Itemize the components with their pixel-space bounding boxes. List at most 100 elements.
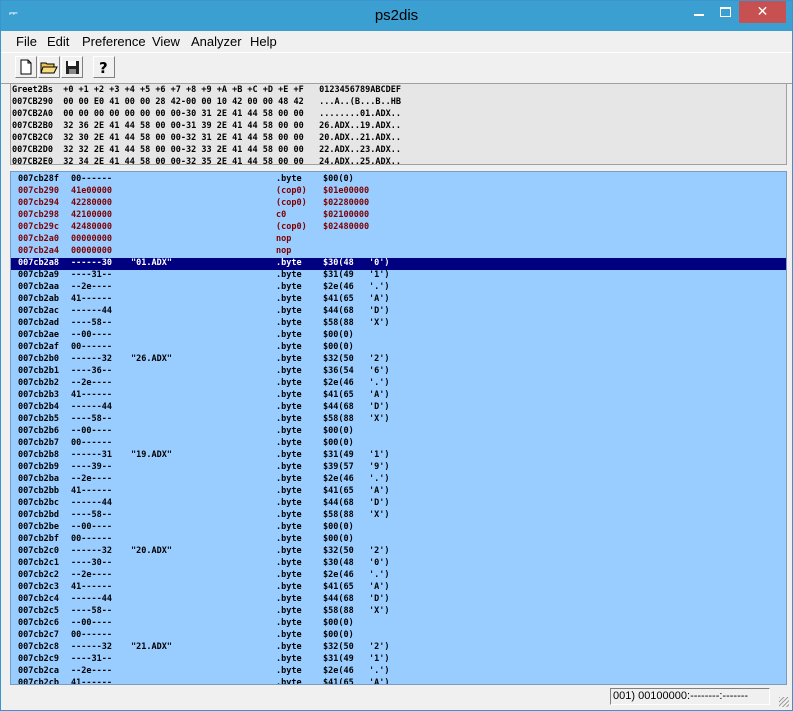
disasm-address: 007cb2a9 bbox=[18, 270, 59, 280]
disasm-line[interactable]: 007cb2be --00---- .byte $00(0) bbox=[11, 522, 786, 534]
disasm-line[interactable]: 007cb2b6 --00---- .byte $00(0) bbox=[11, 426, 786, 438]
disasm-address: 007cb2b2 bbox=[18, 378, 59, 388]
maximize-button[interactable] bbox=[712, 1, 739, 23]
open-folder-button[interactable] bbox=[38, 56, 60, 78]
disasm-address: 007cb2bf bbox=[18, 534, 59, 544]
disasm-line[interactable]: 007cb2b3 41------ .byte $41(65 'A') bbox=[11, 390, 786, 402]
disasm-line[interactable]: 007cb2b2 --2e---- .byte $2e(46 '.') bbox=[11, 378, 786, 390]
disasm-line[interactable]: 007cb2b1 ----36-- .byte $36(54 '6') bbox=[11, 366, 786, 378]
disasm-line[interactable]: 007cb2bb 41------ .byte $41(65 'A') bbox=[11, 486, 786, 498]
disasm-line[interactable]: 007cb2a8 ------30 "01.ADX" .byte $30(48 '0') bbox=[11, 258, 786, 270]
disasm-line[interactable]: 007cb2ab 41------ .byte $41(65 'A') bbox=[11, 294, 786, 306]
disasm-opcode: .byte bbox=[276, 546, 302, 556]
disasm-address: 007cb294 bbox=[18, 198, 59, 208]
disasm-line[interactable]: 007cb2a0 00000000 nop bbox=[11, 234, 786, 246]
disasm-address: 007cb298 bbox=[18, 210, 59, 220]
disasm-operand: $00(0) bbox=[323, 426, 354, 436]
disasm-line[interactable]: 007cb290 41e00000 (cop0) $01e00000 bbox=[11, 186, 786, 198]
disasm-line[interactable]: 007cb2c1 ----30-- .byte $30(48 '0') bbox=[11, 558, 786, 570]
disasm-line[interactable]: 007cb2bf 00------ .byte $00(0) bbox=[11, 534, 786, 546]
title-bar[interactable]: ⌐⌐ ps2dis ✕ bbox=[1, 1, 792, 31]
disasm-line[interactable]: 007cb2b8 ------31 "19.ADX" .byte $31(49 '1') bbox=[11, 450, 786, 462]
disasm-line[interactable]: 007cb2c9 ----31-- .byte $31(49 '1') bbox=[11, 654, 786, 666]
disasm-opcode: .byte bbox=[276, 414, 302, 424]
disasm-address: 007cb2c0 bbox=[18, 546, 59, 556]
disasm-line[interactable]: 007cb2ae --00---- .byte $00(0) bbox=[11, 330, 786, 342]
disasm-hex: 00------ bbox=[71, 534, 112, 544]
hex-view-pane[interactable]: Greet2Bs +0 +1 +2 +3 +4 +5 +6 +7 +8 +9 +… bbox=[10, 83, 787, 165]
disasm-line[interactable]: 007cb2c0 ------32 "20.ADX" .byte $32(50 '2') bbox=[11, 546, 786, 558]
disasm-operand: $02480000 bbox=[323, 222, 370, 232]
disasm-line[interactable]: 007cb2c2 --2e---- .byte $2e(46 '.') bbox=[11, 570, 786, 582]
menu-preference[interactable]: Preference bbox=[82, 34, 146, 49]
disasm-line[interactable]: 007cb2b7 00------ .byte $00(0) bbox=[11, 438, 786, 450]
disasm-opcode: .byte bbox=[276, 678, 302, 685]
app-window: ⌐⌐ ps2dis ✕ File Edit Preference View An… bbox=[0, 0, 793, 711]
disasm-line[interactable]: 007cb2bc ------44 .byte $44(68 'D') bbox=[11, 498, 786, 510]
disasm-line[interactable]: 007cb2c4 ------44 .byte $44(68 'D') bbox=[11, 594, 786, 606]
menu-help[interactable]: Help bbox=[250, 34, 277, 49]
disasm-line[interactable]: 007cb2c7 00------ .byte $00(0) bbox=[11, 630, 786, 642]
disasm-address: 007cb28f bbox=[18, 174, 59, 184]
disasm-opcode: .byte bbox=[276, 666, 302, 676]
disasm-operand: $58(88 'X') bbox=[323, 414, 390, 424]
disasm-hex: 41------ bbox=[71, 582, 112, 592]
disasm-line[interactable]: 007cb2ad ----58-- .byte $58(88 'X') bbox=[11, 318, 786, 330]
help-button[interactable]: ? bbox=[93, 56, 115, 78]
maximize-icon bbox=[720, 7, 731, 17]
disasm-line[interactable]: 007cb294 42280000 (cop0) $02280000 bbox=[11, 198, 786, 210]
disasm-hex: ------32 bbox=[71, 546, 112, 556]
disasm-opcode: .byte bbox=[276, 642, 302, 652]
disasm-line[interactable]: 007cb2ba --2e---- .byte $2e(46 '.') bbox=[11, 474, 786, 486]
disasm-line[interactable]: 007cb2ac ------44 .byte $44(68 'D') bbox=[11, 306, 786, 318]
disasm-address: 007cb290 bbox=[18, 186, 59, 196]
disasm-opcode: .byte bbox=[276, 306, 302, 316]
resize-grip[interactable] bbox=[779, 697, 789, 707]
disasm-line[interactable]: 007cb2b4 ------44 .byte $44(68 'D') bbox=[11, 402, 786, 414]
disasm-line[interactable]: 007cb28f 00------ .byte $00(0) bbox=[11, 174, 786, 186]
disasm-line[interactable]: 007cb2c6 --00---- .byte $00(0) bbox=[11, 618, 786, 630]
disasm-line[interactable]: 007cb29c 42480000 (cop0) $02480000 bbox=[11, 222, 786, 234]
disasm-line[interactable]: 007cb2af 00------ .byte $00(0) bbox=[11, 342, 786, 354]
disasm-line[interactable]: 007cb2aa --2e---- .byte $2e(46 '.') bbox=[11, 282, 786, 294]
disasm-line[interactable]: 007cb2cb 41------ .byte $41(65 'A') bbox=[11, 678, 786, 685]
disasm-operand: $32(50 '2') bbox=[323, 546, 390, 556]
disasm-line[interactable]: 007cb2b5 ----58-- .byte $58(88 'X') bbox=[11, 414, 786, 426]
menu-analyzer[interactable]: Analyzer bbox=[191, 34, 242, 49]
disasm-hex: ------44 bbox=[71, 402, 112, 412]
disasm-operand: $41(65 'A') bbox=[323, 390, 390, 400]
disasm-hex: ----31-- bbox=[71, 654, 112, 664]
menu-edit[interactable]: Edit bbox=[47, 34, 69, 49]
disasm-address: 007cb2aa bbox=[18, 282, 59, 292]
minimize-button[interactable] bbox=[685, 1, 712, 23]
disasm-operand: $58(88 'X') bbox=[323, 510, 390, 520]
disasm-opcode: .byte bbox=[276, 462, 302, 472]
menu-file[interactable]: File bbox=[16, 34, 37, 49]
close-button[interactable]: ✕ bbox=[739, 1, 786, 23]
save-button[interactable] bbox=[61, 56, 83, 78]
disasm-line[interactable]: 007cb2c3 41------ .byte $41(65 'A') bbox=[11, 582, 786, 594]
close-icon: ✕ bbox=[756, 4, 769, 20]
disasm-operand: $02100000 bbox=[323, 210, 370, 220]
disasm-line[interactable]: 007cb2b9 ----39-- .byte $39(57 '9') bbox=[11, 462, 786, 474]
new-file-button[interactable] bbox=[15, 56, 37, 78]
menu-bar: File Edit Preference View Analyzer Help bbox=[1, 31, 792, 52]
disasm-line[interactable]: 007cb2c5 ----58-- .byte $58(88 'X') bbox=[11, 606, 786, 618]
disasm-hex: ----36-- bbox=[71, 366, 112, 376]
disasm-line[interactable]: 007cb2b0 ------32 "26.ADX" .byte $32(50 '2') bbox=[11, 354, 786, 366]
disasm-opcode: .byte bbox=[276, 270, 302, 280]
disasm-line[interactable]: 007cb2bd ----58-- .byte $58(88 'X') bbox=[11, 510, 786, 522]
disassembly-pane[interactable]: 007cb28f 00------ .byte $00(0) 007cb290 41e00… bbox=[10, 171, 787, 685]
disasm-hex: 00000000 bbox=[71, 246, 112, 256]
disasm-line[interactable]: 007cb2a4 00000000 nop bbox=[11, 246, 786, 258]
disasm-hex: ----58-- bbox=[71, 414, 112, 424]
menu-view[interactable]: View bbox=[152, 34, 180, 49]
disasm-line[interactable]: 007cb2ca --2e---- .byte $2e(46 '.') bbox=[11, 666, 786, 678]
disasm-line[interactable]: 007cb298 42100000 c0 $02100000 bbox=[11, 210, 786, 222]
disasm-operand: $00(0) bbox=[323, 438, 354, 448]
disasm-opcode: .byte bbox=[276, 330, 302, 340]
disasm-line[interactable]: 007cb2a9 ----31-- .byte $31(49 '1') bbox=[11, 270, 786, 282]
disasm-address: 007cb2ba bbox=[18, 474, 59, 484]
disasm-line[interactable]: 007cb2c8 ------32 "21.ADX" .byte $32(50 '2') bbox=[11, 642, 786, 654]
disasm-address: 007cb2c3 bbox=[18, 582, 59, 592]
